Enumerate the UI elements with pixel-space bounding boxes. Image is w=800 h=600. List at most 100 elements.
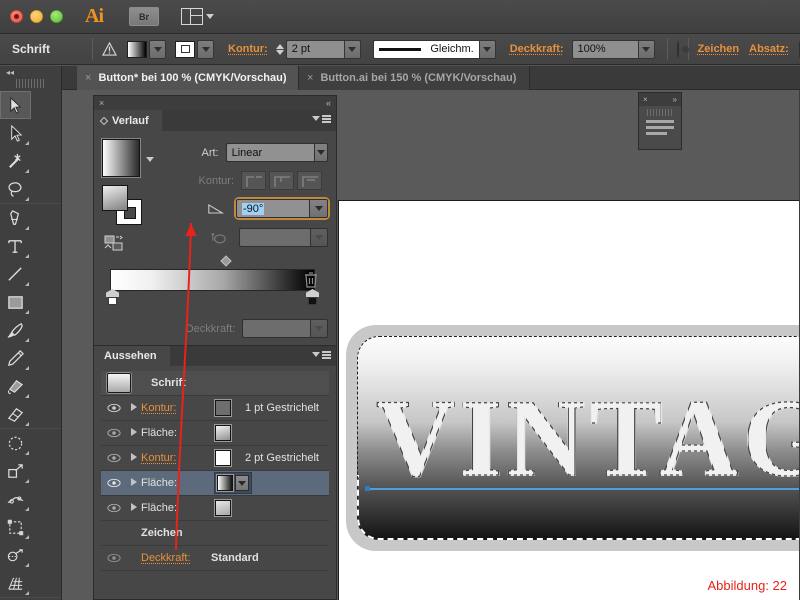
stroke-along-icon[interactable] <box>269 171 294 190</box>
trash-icon[interactable] <box>304 271 318 288</box>
appearance-row-label[interactable]: Fläche: <box>141 502 215 514</box>
stroke-dropdown[interactable] <box>197 39 215 59</box>
reverse-gradient-icon[interactable] <box>104 235 126 251</box>
appearance-row-stroke-1[interactable]: Kontur: 1 pt Gestrichelt <box>101 396 329 421</box>
gradient-ramp[interactable] <box>110 269 315 291</box>
gradient-stop-end[interactable] <box>306 289 319 305</box>
opacity-label[interactable]: Deckkraft: <box>510 43 564 55</box>
bridge-button[interactable]: Br <box>129 7 159 26</box>
pencil-tool[interactable] <box>0 344 31 372</box>
tab-verlauf[interactable]: Verlauf <box>94 110 162 131</box>
expand-icon[interactable]: » <box>673 95 677 104</box>
pen-tool[interactable] <box>0 204 31 232</box>
close-icon[interactable]: × <box>99 98 104 108</box>
appearance-row-swatch[interactable] <box>217 475 233 491</box>
gradient-slider[interactable] <box>106 255 320 307</box>
tools-drag-grip[interactable] <box>16 79 45 88</box>
appearance-object-row[interactable]: Schrift <box>101 371 329 396</box>
appearance-row-fill-1[interactable]: Fläche: <box>101 421 329 446</box>
visibility-eye-icon[interactable] <box>101 453 127 463</box>
appearance-row-swatch[interactable] <box>215 450 231 466</box>
gradient-type-dropdown[interactable] <box>313 143 328 162</box>
stroke-swatch[interactable] <box>175 40 196 58</box>
gradient-opacity-dropdown[interactable] <box>310 319 328 338</box>
rotate-tool[interactable] <box>0 429 31 457</box>
opacity-dropdown[interactable] <box>637 39 655 59</box>
appearance-row-stroke-2[interactable]: Kontur: 2 pt Gestrichelt <box>101 446 329 471</box>
eraser-tool[interactable] <box>0 400 31 428</box>
expand-triangle-icon[interactable] <box>127 502 141 514</box>
document-tab-button-active[interactable]: × Button* bei 100 % (CMYK/Vorschau) <box>77 66 299 90</box>
stroke-within-icon[interactable] <box>241 171 266 190</box>
gradient-fill-proxy[interactable] <box>102 185 128 211</box>
direct-selection-tool[interactable] <box>0 119 31 147</box>
appearance-row-fill-3[interactable]: Fläche: <box>101 496 329 521</box>
opacity-mask-icon[interactable] <box>676 40 689 58</box>
expand-triangle-icon[interactable] <box>127 427 141 439</box>
visibility-eye-icon[interactable] <box>101 403 127 413</box>
chevron-down-icon[interactable] <box>146 157 154 162</box>
appearance-row-swatch[interactable] <box>215 425 231 441</box>
gradient-aspect-dropdown[interactable] <box>309 228 328 247</box>
paintbrush-tool[interactable] <box>0 316 31 344</box>
visibility-eye-icon[interactable] <box>101 428 127 438</box>
line-segment-tool[interactable] <box>0 260 31 288</box>
visibility-eye-icon[interactable] <box>101 503 127 513</box>
scale-tool[interactable] <box>0 457 31 485</box>
appearance-row-swatch[interactable] <box>215 500 231 516</box>
stroke-profile-select[interactable]: Gleichm. <box>372 39 479 59</box>
close-icon[interactable]: × <box>85 72 91 84</box>
stroke-across-icon[interactable] <box>297 171 322 190</box>
panel-menu-icon[interactable] <box>312 115 331 123</box>
stroke-label[interactable]: Kontur: <box>228 43 268 55</box>
visibility-eye-icon[interactable] <box>101 478 127 488</box>
appearance-section-characters[interactable]: Zeichen <box>101 521 329 546</box>
stroke-weight-dropdown[interactable] <box>343 39 361 59</box>
stroke-profile-dropdown[interactable] <box>478 39 496 59</box>
fill-dropdown[interactable] <box>149 39 167 59</box>
gradient-stop-start[interactable] <box>106 289 119 305</box>
appearance-row-swatch-combo[interactable] <box>215 473 251 493</box>
stroke-weight-stepper[interactable] <box>275 43 284 55</box>
magic-wand-tool[interactable] <box>0 147 31 175</box>
vintage-button-artwork[interactable]: VINTAGE VINTAGE <box>346 325 800 551</box>
rectangle-tool[interactable] <box>0 288 31 316</box>
gradient-midpoint-handle[interactable] <box>220 255 232 267</box>
tools-collapse-button[interactable]: ◂◂ <box>0 66 61 79</box>
tab-aussehen[interactable]: Aussehen <box>94 345 170 367</box>
gradient-angle-dropdown[interactable] <box>309 199 328 218</box>
appearance-row-label[interactable]: Kontur: <box>141 402 215 414</box>
fill-swatch[interactable] <box>127 40 148 58</box>
panel-menu-icon[interactable] <box>312 351 331 359</box>
gradient-opacity-input[interactable] <box>242 319 311 338</box>
close-window-button[interactable] <box>10 10 23 23</box>
appearance-row-label[interactable]: Fläche: <box>141 477 215 489</box>
collapse-icon[interactable]: « <box>326 98 331 108</box>
gradient-angle-field[interactable]: -90° <box>236 199 328 218</box>
floating-panel-grip[interactable] <box>647 109 673 116</box>
appearance-row-label[interactable]: Kontur: <box>141 452 215 464</box>
blob-brush-tool[interactable] <box>0 372 31 400</box>
appearance-row-swatch[interactable] <box>215 400 231 416</box>
visibility-eye-icon[interactable] <box>101 553 127 563</box>
type-tool[interactable] <box>0 232 31 260</box>
opacity-input[interactable]: 100% <box>571 39 638 59</box>
appearance-opacity-label[interactable]: Deckkraft: <box>141 552 215 564</box>
minimize-window-button[interactable] <box>30 10 43 23</box>
arrange-documents-button[interactable] <box>181 8 214 25</box>
appearance-row-label[interactable]: Fläche: <box>141 427 215 439</box>
expand-triangle-icon[interactable] <box>127 452 141 464</box>
perspective-grid-tool[interactable] <box>0 569 31 597</box>
lasso-tool[interactable] <box>0 175 31 203</box>
gradient-angle-input[interactable]: -90° <box>236 199 309 218</box>
stroke-weight-input[interactable]: 2 pt <box>285 39 344 59</box>
gradient-preview-swatch[interactable] <box>102 139 140 177</box>
gradient-aspect-input[interactable] <box>239 228 310 247</box>
floating-panel[interactable]: × » <box>638 92 682 150</box>
document-tab-button-inactive[interactable]: × Button.ai bei 150 % (CMYK/Vorschau) <box>299 66 530 90</box>
close-icon[interactable]: × <box>307 72 313 84</box>
expand-triangle-icon[interactable] <box>127 477 141 489</box>
shape-builder-tool[interactable] <box>0 541 31 569</box>
width-tool[interactable] <box>0 485 31 513</box>
close-icon[interactable]: × <box>643 95 648 104</box>
